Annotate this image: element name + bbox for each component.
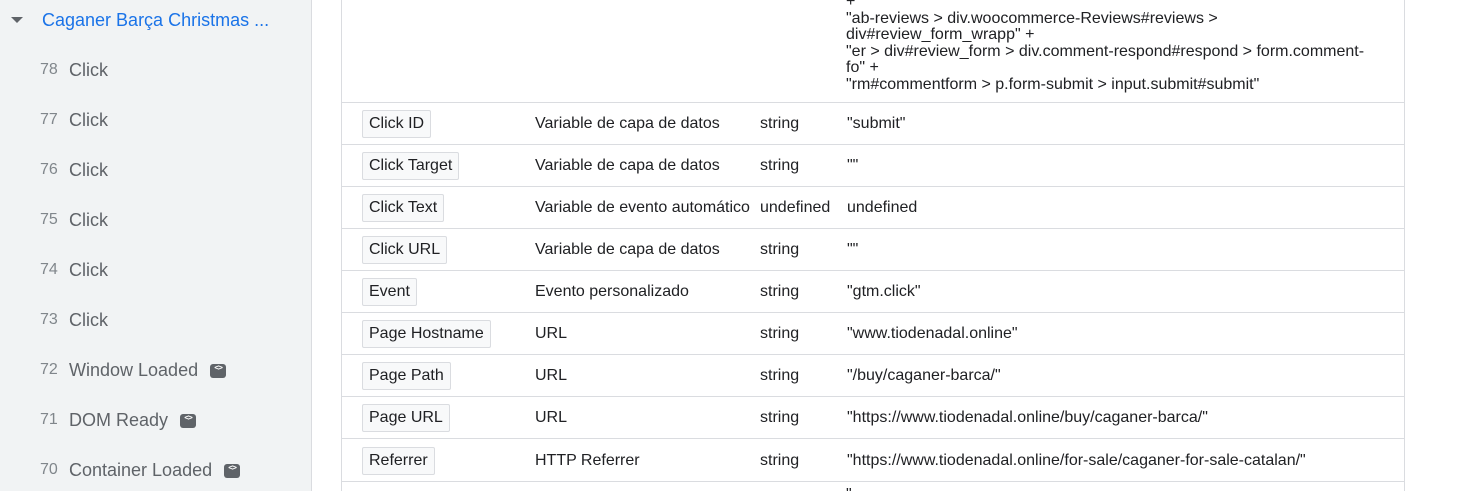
variable-type: Variable de capa de datos bbox=[535, 157, 720, 174]
variable-value: "https://www.tiodenadal.online/buy/cagan… bbox=[847, 409, 1208, 426]
event-label: Window Loaded bbox=[69, 359, 227, 381]
return-type: string bbox=[760, 115, 800, 132]
variable-value: "" bbox=[847, 241, 859, 258]
partial-next-value: " bbox=[846, 486, 852, 491]
variable-value: "submit" bbox=[847, 115, 906, 132]
table-row: Click ID Variable de capa de datos strin… bbox=[341, 103, 1405, 145]
event-label-text: Window Loaded bbox=[69, 359, 199, 380]
variable-name-chip[interactable]: Click Text bbox=[362, 194, 445, 222]
code-icon bbox=[224, 463, 241, 478]
table-row: Click Target Variable de capa de datos s… bbox=[341, 145, 1405, 187]
value-line: fo" + bbox=[846, 59, 879, 76]
return-type: string bbox=[760, 157, 800, 174]
event-label: Click bbox=[69, 259, 108, 280]
event-label: Click bbox=[69, 59, 108, 80]
sidebar-item-76[interactable]: 76 Click bbox=[0, 145, 311, 195]
sidebar-item-74[interactable]: 74 Click bbox=[0, 245, 311, 295]
table-row: Referrer HTTP Referrer string "https://w… bbox=[341, 440, 1405, 482]
event-number: 78 bbox=[40, 61, 58, 78]
event-number: 70 bbox=[40, 461, 58, 478]
variable-type: Evento personalizado bbox=[535, 283, 689, 300]
table-row: Click Text Variable de evento automático… bbox=[341, 187, 1405, 229]
event-label: Click bbox=[69, 209, 108, 230]
return-type: undefined bbox=[760, 199, 831, 216]
variable-name-chip[interactable]: Click Target bbox=[362, 152, 460, 180]
variable-name-chip[interactable]: Click URL bbox=[362, 236, 448, 264]
return-type: string bbox=[760, 283, 800, 300]
variable-name-chip[interactable]: Page URL bbox=[362, 404, 450, 432]
code-icon bbox=[210, 363, 227, 378]
event-label: Container Loaded bbox=[69, 459, 241, 481]
variable-value: "www.tiodenadal.online" bbox=[847, 325, 1018, 342]
return-type: string bbox=[760, 452, 800, 469]
table-row: Page URL URL string "https://www.tiodena… bbox=[341, 397, 1405, 439]
event-number: 73 bbox=[40, 311, 58, 328]
variable-type: URL bbox=[535, 367, 568, 384]
variable-value: "https://www.tiodenadal.online/for-sale/… bbox=[847, 452, 1306, 469]
return-type: string bbox=[760, 325, 800, 342]
event-label-text: Container Loaded bbox=[69, 459, 213, 480]
sidebar: Caganer Barça Christmas ... 78 Click 77 … bbox=[0, 0, 312, 491]
variable-name-chip[interactable]: Event bbox=[362, 278, 417, 306]
variable-value: "gtm.click" bbox=[847, 283, 921, 300]
value-line: + bbox=[846, 0, 856, 10]
table-row: Page Path URL string "/buy/caganer-barca… bbox=[341, 355, 1405, 397]
event-label: Click bbox=[69, 159, 108, 180]
variable-type: URL bbox=[535, 409, 568, 426]
variable-value: "/buy/caganer-barca/" bbox=[847, 367, 1001, 384]
variable-type: HTTP Referrer bbox=[535, 452, 640, 469]
event-number: 71 bbox=[40, 411, 58, 428]
variable-type: URL bbox=[535, 325, 568, 342]
variable-value: undefined bbox=[847, 199, 918, 216]
event-number: 77 bbox=[40, 111, 58, 128]
event-number: 74 bbox=[40, 261, 58, 278]
value-line: "ab-reviews > div.woocommerce-Reviews#re… bbox=[846, 9, 1218, 27]
event-label: Click bbox=[69, 309, 108, 330]
code-icon bbox=[180, 413, 197, 428]
value-line: "er > div#review_form > div.comment-resp… bbox=[846, 42, 1365, 60]
event-number: 72 bbox=[40, 361, 58, 378]
sidebar-item-77[interactable]: 77 Click bbox=[0, 95, 311, 145]
value-line: div#review_form_wrapp" + bbox=[846, 26, 1035, 43]
return-type: string bbox=[760, 367, 800, 384]
value-line: "rm#commentform > p.form-submit > input.… bbox=[846, 75, 1260, 93]
return-type: string bbox=[760, 241, 800, 258]
sidebar-event-header[interactable]: Caganer Barça Christmas ... bbox=[0, 0, 311, 40]
sidebar-item-72[interactable]: 72 Window Loaded bbox=[0, 345, 311, 395]
sidebar-item-71[interactable]: 71 DOM Ready bbox=[0, 395, 311, 445]
table-row: Page Hostname URL string "www.tiodenadal… bbox=[341, 313, 1405, 355]
event-number: 75 bbox=[40, 211, 58, 228]
event-label: Click bbox=[69, 109, 108, 130]
event-title[interactable]: Caganer Barça Christmas ... bbox=[42, 10, 269, 31]
sidebar-item-78[interactable]: 78 Click bbox=[0, 45, 311, 95]
sidebar-item-70[interactable]: 70 Container Loaded bbox=[0, 445, 311, 491]
variable-value-multiline: + "ab-reviews > div.woocommerce-Reviews#… bbox=[846, 0, 1386, 93]
event-number: 76 bbox=[40, 161, 58, 178]
variable-name-chip[interactable]: Referrer bbox=[362, 447, 435, 475]
event-label: DOM Ready bbox=[69, 409, 197, 431]
event-label-text: DOM Ready bbox=[69, 409, 169, 430]
caret-down-icon[interactable] bbox=[11, 17, 23, 23]
variable-value: "" bbox=[847, 157, 859, 174]
variable-name-chip[interactable]: Click ID bbox=[362, 110, 432, 138]
variable-name-chip[interactable]: Page Path bbox=[362, 362, 451, 390]
return-type: string bbox=[760, 409, 800, 426]
table-row: Event Evento personalizado string "gtm.c… bbox=[341, 271, 1405, 313]
variable-name-chip[interactable]: Page Hostname bbox=[362, 320, 491, 348]
sidebar-item-75[interactable]: 75 Click bbox=[0, 195, 311, 245]
variable-type: Variable de capa de datos bbox=[535, 115, 720, 132]
sidebar-item-73[interactable]: 73 Click bbox=[0, 295, 311, 345]
table-row: Click URL Variable de capa de datos stri… bbox=[341, 229, 1405, 271]
variable-type: Variable de capa de datos bbox=[535, 241, 720, 258]
variable-type: Variable de evento automático bbox=[535, 199, 750, 216]
